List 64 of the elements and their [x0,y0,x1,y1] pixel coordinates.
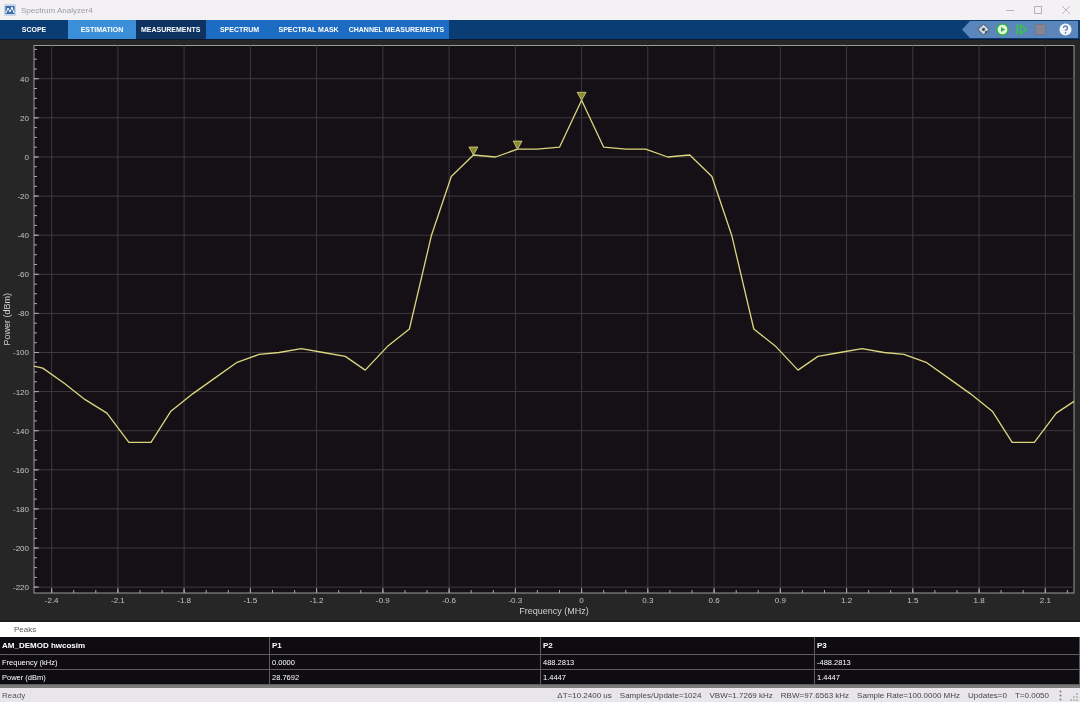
axis-tick-label: -120 [13,387,29,397]
status-text: Samples/Update=1024 [619,690,702,700]
peak-marker-icon [468,146,479,156]
axis-tick-label: -200 [13,544,29,554]
axis-tick-label: -20 [17,192,29,202]
status-text: RBW=97.6563 kHz [780,690,850,700]
axis-tick-label: -2.4 [44,596,59,605]
status-text: VBW=1.7269 kHz [709,690,773,700]
axis-title: Power (dBm) [2,293,12,346]
peak-marker-icon [512,140,523,150]
minimize-icon [1006,9,1014,11]
help-button[interactable] [1058,22,1073,37]
axis-tick-label: -0.6 [442,596,456,605]
table-header-cell: P1 [270,637,541,655]
run-button[interactable] [995,22,1010,37]
table-header-cell: P3 [815,637,1080,655]
axis-tick-label: 1.5 [907,596,919,605]
status-text: Sample Rate=100.0000 MHz [857,690,961,700]
diamond-icon [977,23,990,36]
axis-tick-label: -160 [13,465,29,475]
status-text: ΔT=10.2400 us [557,690,612,700]
step-forward-icon [1015,23,1028,36]
axis-title: Frequency (MHz) [519,606,589,616]
axis-tick-label: 20 [20,113,29,123]
axis-tick-label: -1.5 [243,596,258,605]
table-header-cell: P2 [541,637,815,655]
window-title: Spectrum Analyzer4 [21,5,93,15]
axis-tick-label: 40 [20,74,29,84]
maximize-icon [1034,6,1042,14]
axis-tick-label: -1.8 [177,596,192,605]
axis-tick-label: -180 [13,504,29,514]
axis-tick-label: -60 [17,270,29,280]
axis-tick-label: -220 [13,583,29,593]
axis-tick-label: 0 [579,596,584,605]
axis-tick-label: -1.2 [309,596,324,605]
axis-tick-label: 0.3 [642,596,654,605]
axis-tick-label: 1.8 [973,596,985,605]
table-header-cell: AM_DEMOD hwcosim [0,637,270,655]
status-text: Ready [1,690,26,700]
axis-tick-label: -80 [17,309,29,319]
axis-tick-label: -2.1 [111,596,125,605]
play-icon [996,23,1009,36]
resize-grip-icon [1070,693,1078,701]
grip-icon [1059,689,1062,701]
tools-button[interactable] [976,22,991,37]
stop-icon [1034,23,1047,36]
axis-tick-label: 0.9 [774,596,786,605]
axis-tick-label: 1.2 [841,596,853,605]
panel-title: Peaks [14,625,37,634]
peak-marker-icon [576,91,587,101]
close-icon [1062,6,1070,14]
status-text: Updates=0 [968,690,1007,700]
axis-tick-label: 2.1 [1039,596,1051,605]
app-icon [4,4,16,16]
axis-tick-label: -0.3 [508,596,523,605]
status-text: T=0.0050 [1014,690,1049,700]
axis-tick-label: -0.9 [376,596,390,605]
axis-tick-label: -40 [17,231,29,241]
help-icon [1059,23,1072,36]
axis-tick-label: 0 [24,152,29,162]
axis-tick-label: -100 [13,348,29,358]
axis-tick-label: 0.6 [708,596,720,605]
step-button[interactable] [1014,22,1029,37]
axis-tick-label: -140 [13,426,29,436]
